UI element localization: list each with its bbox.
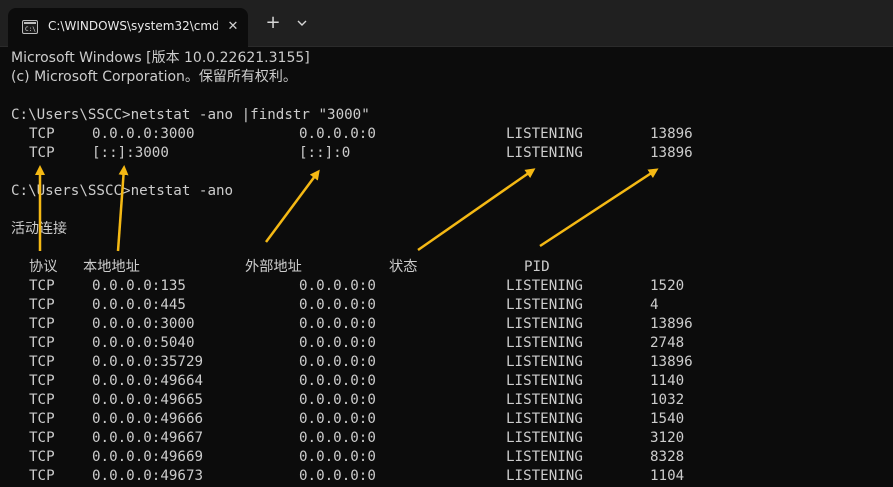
svg-text:C:\: C:\	[25, 26, 36, 32]
cell-proto: TCP	[29, 335, 55, 351]
header-local: 本地地址	[83, 259, 140, 275]
cell-foreign: 0.0.0.0:0	[299, 354, 376, 370]
console-output[interactable]: Microsoft Windows [版本 10.0.22621.3155] (…	[0, 47, 893, 487]
cell-state: LISTENING	[506, 316, 583, 332]
header-pid: PID	[524, 259, 550, 275]
cell-pid: 3120	[650, 430, 685, 446]
cell-foreign: 0.0.0.0:0	[299, 297, 376, 313]
cell-local: 0.0.0.0:5040	[92, 335, 195, 351]
cell-pid: 4	[650, 297, 659, 313]
cell-proto: TCP	[29, 430, 55, 446]
cell-proto: TCP	[29, 468, 55, 484]
cell-pid: 13896	[650, 126, 693, 142]
cell-pid: 2748	[650, 335, 685, 351]
cell-pid: 13896	[650, 145, 693, 161]
cell-local: [::]:3000	[92, 145, 169, 161]
cell-foreign: 0.0.0.0:0	[299, 449, 376, 465]
cell-local: 0.0.0.0:49669	[92, 449, 204, 465]
header-foreign: 外部地址	[245, 259, 302, 275]
header-state: 状态	[389, 259, 418, 275]
banner-copyright: (c) Microsoft Corporation。保留所有权利。	[11, 69, 297, 85]
section-title: 活动连接	[11, 221, 67, 237]
header-proto: 协议	[29, 259, 58, 275]
banner-version: Microsoft Windows [版本 10.0.22621.3155]	[11, 50, 310, 66]
close-icon[interactable]: ✕	[224, 18, 242, 36]
cell-state: LISTENING	[506, 354, 583, 370]
cell-proto: TCP	[29, 278, 55, 294]
cell-state: LISTENING	[506, 126, 583, 142]
cell-proto: TCP	[29, 297, 55, 313]
cell-proto: TCP	[29, 316, 55, 332]
cell-foreign: 0.0.0.0:0	[299, 430, 376, 446]
cell-pid: 1140	[650, 373, 685, 389]
cell-local: 0.0.0.0:3000	[92, 126, 195, 142]
cell-local: 0.0.0.0:49664	[92, 373, 204, 389]
command-line: C:\Users\SSCC>netstat -ano	[11, 183, 234, 199]
cell-state: LISTENING	[506, 411, 583, 427]
cell-foreign: 0.0.0.0:0	[299, 392, 376, 408]
cell-foreign: 0.0.0.0:0	[299, 278, 376, 294]
cell-state: LISTENING	[506, 145, 583, 161]
cell-state: LISTENING	[506, 430, 583, 446]
cell-proto: TCP	[29, 373, 55, 389]
cell-pid: 1032	[650, 392, 685, 408]
cell-local: 0.0.0.0:135	[92, 278, 186, 294]
cell-proto: TCP	[29, 354, 55, 370]
cell-foreign: [::]:0	[299, 145, 351, 161]
cell-state: LISTENING	[506, 373, 583, 389]
cell-pid: 1540	[650, 411, 685, 427]
command-line: C:\Users\SSCC>netstat -ano |findstr "300…	[11, 107, 370, 123]
cell-pid: 8328	[650, 449, 685, 465]
cell-proto: TCP	[29, 392, 55, 408]
cell-local: 0.0.0.0:3000	[92, 316, 195, 332]
cell-pid: 13896	[650, 354, 693, 370]
cell-foreign: 0.0.0.0:0	[299, 411, 376, 427]
cell-local: 0.0.0.0:49665	[92, 392, 204, 408]
cell-local: 0.0.0.0:49673	[92, 468, 204, 484]
cell-proto: TCP	[29, 449, 55, 465]
cell-state: LISTENING	[506, 468, 583, 484]
new-tab-button[interactable]: +	[262, 12, 284, 34]
cell-state: LISTENING	[506, 278, 583, 294]
cell-state: LISTENING	[506, 297, 583, 313]
cell-foreign: 0.0.0.0:0	[299, 335, 376, 351]
title-bar: C:\ C:\WINDOWS\system32\cmd. ✕ +	[0, 0, 893, 47]
tab-cmd[interactable]: C:\ C:\WINDOWS\system32\cmd. ✕	[8, 8, 248, 47]
cell-state: LISTENING	[506, 449, 583, 465]
chevron-down-icon[interactable]	[292, 13, 312, 33]
cell-state: LISTENING	[506, 335, 583, 351]
cell-foreign: 0.0.0.0:0	[299, 316, 376, 332]
tab-title: C:\WINDOWS\system32\cmd.	[48, 19, 218, 33]
cell-proto: TCP	[29, 411, 55, 427]
cell-local: 0.0.0.0:445	[92, 297, 186, 313]
cell-pid: 1520	[650, 278, 685, 294]
cell-proto: TCP	[29, 126, 55, 142]
cell-pid: 13896	[650, 316, 693, 332]
cell-local: 0.0.0.0:35729	[92, 354, 204, 370]
cell-local: 0.0.0.0:49666	[92, 411, 204, 427]
cell-foreign: 0.0.0.0:0	[299, 126, 376, 142]
cell-pid: 1104	[650, 468, 685, 484]
terminal-icon: C:\	[22, 20, 38, 34]
cell-foreign: 0.0.0.0:0	[299, 468, 376, 484]
cell-local: 0.0.0.0:49667	[92, 430, 204, 446]
cell-foreign: 0.0.0.0:0	[299, 373, 376, 389]
cell-proto: TCP	[29, 145, 55, 161]
cell-state: LISTENING	[506, 392, 583, 408]
